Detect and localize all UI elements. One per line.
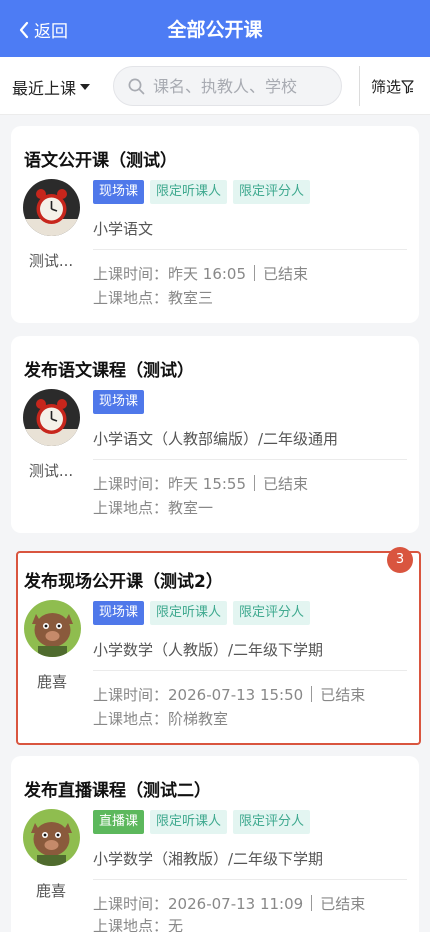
time-value: 2026-07-13 15:50 [168,686,304,704]
course-title: 语文公开课（测试） [24,151,177,171]
teacher-avatar [23,809,80,866]
divider [254,265,256,281]
divider [93,879,407,880]
filter-bar: 最近上课 筛选 [0,57,430,115]
funnel-icon [401,79,414,94]
cartoon-boar-avatar [23,809,80,866]
course-title: 发布现场公开课（测试2） [24,572,223,592]
course-time: 上课时间：昨天 16:05 已结束 [93,263,308,284]
course-tags: 直播课 限定听课人 限定评分人 [93,810,316,834]
tag-restricted-grader: 限定评分人 [233,601,311,625]
divider [311,895,313,911]
course-subject: 小学数学（人教版）/二年级下学期 [93,641,324,659]
course-time: 上课时间：2026-07-13 15:50 已结束 [93,684,365,705]
course-subject: 小学数学（湘教版）/二年级下学期 [93,850,324,868]
course-tags: 现场课 限定听课人 限定评分人 [93,180,316,204]
tag-restricted-grader: 限定评分人 [233,810,311,834]
course-place: 上课地点：教室三 [93,287,213,308]
time-label: 上课时间： [93,475,169,493]
sort-dropdown[interactable]: 最近上课 [12,75,91,99]
top-nav-bar: 返回 全部公开课 [0,0,430,57]
status-text: 已结束 [320,895,366,913]
divider [359,66,360,106]
teacher-name: 测试... [28,462,74,480]
teacher-name: 鹿喜 [35,882,66,900]
place-label: 上课地点： [93,289,169,307]
tag-type: 现场课 [93,180,145,204]
status-text: 已结束 [263,475,309,493]
time-value: 2026-07-13 11:09 [168,895,304,913]
time-label: 上课时间： [93,686,169,704]
place-label: 上课地点： [93,710,169,728]
page-title: 全部公开课 [167,19,263,41]
cartoon-boar-avatar [24,600,81,657]
place-label: 上课地点： [93,499,169,517]
tag-restricted-grader: 限定评分人 [233,180,311,204]
divider [93,249,407,250]
course-tags: 现场课 限定听课人 限定评分人 [93,601,316,625]
time-value: 昨天 16:05 [168,265,247,283]
course-subject: 小学语文 [93,220,154,238]
caret-down-icon [80,84,91,90]
teacher-avatar [24,600,81,657]
course-card[interactable]: 发布语文课程（测试） 测试... 现场课 小学语文（人教部编版）/二年级通用 上… [11,336,419,533]
course-place: 上课地点：无 [93,915,183,932]
place-value: 阶梯教室 [168,710,229,728]
alarm-clock-avatar [23,389,80,446]
teacher-name: 测试... [28,252,74,270]
tag-restricted-listener: 限定听课人 [150,601,228,625]
course-time: 上课时间：昨天 15:55 已结束 [93,473,308,494]
filter-button[interactable]: 筛选 [371,76,414,97]
sort-label: 最近上课 [12,79,77,98]
alarm-clock-avatar [23,179,80,236]
tag-type: 现场课 [93,601,145,625]
tag-type: 直播课 [93,810,145,834]
teacher-avatar [23,389,80,446]
teacher-avatar [23,179,80,236]
count-badge: 3 [387,547,413,573]
tag-restricted-listener: 限定听课人 [150,180,228,204]
filter-label: 筛选 [371,78,402,96]
course-card[interactable]: 发布直播课程（测试二） 鹿喜 直播课 限定听课人 限定评分人 小学数学（湘教版）… [11,756,419,932]
place-value: 教室一 [168,499,214,517]
course-time: 上课时间：2026-07-13 11:09 已结束 [93,893,365,914]
course-tags: 现场课 [93,390,150,414]
tag-restricted-listener: 限定听课人 [150,810,228,834]
divider [93,670,407,671]
search-icon [128,78,145,94]
course-title: 发布语文课程（测试） [24,361,194,381]
place-value: 无 [168,917,184,932]
course-place: 上课地点：阶梯教室 [93,708,228,729]
course-place: 上课地点：教室一 [93,497,213,518]
tag-type: 现场课 [93,390,145,414]
course-card[interactable]: 语文公开课（测试） 测试... 现场课 限定听课人 限定评分人 小学语文 上课时… [11,126,419,323]
search-box[interactable] [113,66,342,106]
course-subject: 小学语文（人教部编版）/二年级通用 [93,430,339,448]
status-text: 已结束 [263,265,309,283]
status-text: 已结束 [320,686,366,704]
course-title: 发布直播课程（测试二） [24,781,211,801]
divider [93,459,407,460]
divider [254,475,256,491]
time-label: 上课时间： [93,895,169,913]
divider [311,686,313,702]
teacher-name: 鹿喜 [36,673,67,691]
time-value: 昨天 15:55 [168,475,247,493]
place-value: 教室三 [168,289,214,307]
time-label: 上课时间： [93,265,169,283]
place-label: 上课地点： [93,917,169,932]
course-card-highlighted[interactable]: 3 发布现场公开课（测试2） 鹿喜 现场课 限定听课人 限定评分人 小学数学（人… [16,547,421,745]
search-input[interactable] [153,76,333,96]
